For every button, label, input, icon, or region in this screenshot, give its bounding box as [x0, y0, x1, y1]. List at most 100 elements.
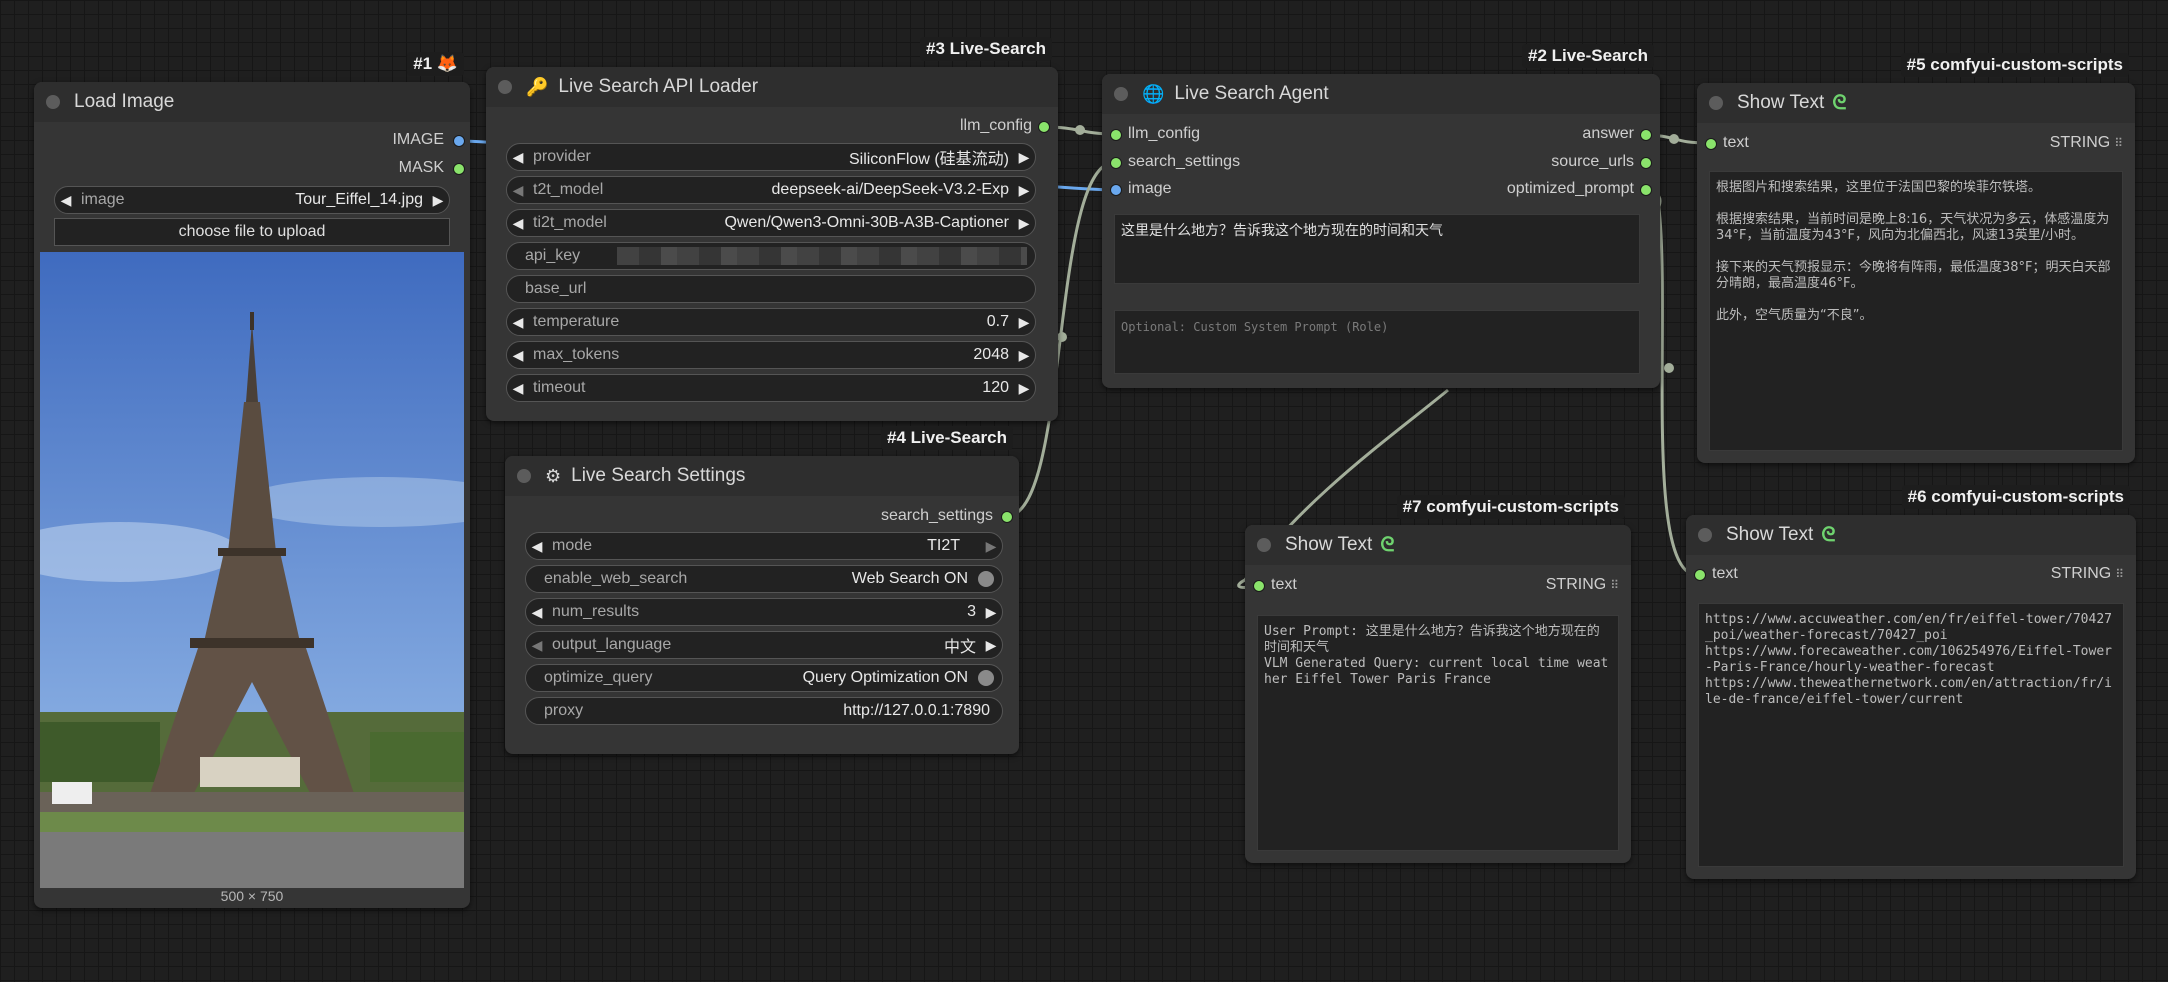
arrow-left-icon[interactable]: ◀ [55, 192, 77, 209]
arrow-right-icon[interactable]: ▶ [980, 637, 1002, 654]
output-optimized-prompt-socket[interactable] [1640, 184, 1652, 196]
load-image-node[interactable]: #1 🦊 Load Image IMAGE MASK ◀ image Tour_… [34, 52, 470, 908]
arrow-right-icon[interactable]: ▶ [1013, 182, 1035, 199]
output-mask-label: MASK [398, 159, 444, 176]
input-text-socket[interactable] [1705, 138, 1717, 150]
node-header[interactable]: Show Text ᘓ [1697, 83, 2135, 123]
input-text-socket[interactable] [1694, 569, 1706, 581]
output-language-widget[interactable]: ◀ output_language 中文 ▶ [525, 631, 1003, 659]
collapse-dot[interactable] [1257, 538, 1271, 552]
input-image-socket[interactable] [1110, 184, 1122, 196]
input-text-label: text [1723, 134, 1749, 151]
input-llm-config-socket[interactable] [1110, 129, 1122, 141]
arrow-left-icon[interactable]: ◀ [507, 380, 529, 397]
output-text-area[interactable]: https://www.accuweather.com/en/fr/eiffel… [1698, 603, 2124, 867]
input-text-label: text [1712, 565, 1738, 582]
node-header[interactable]: 🌐 Live Search Agent [1102, 74, 1660, 114]
node-header[interactable]: Load Image [34, 82, 470, 122]
widget-label: output_language [552, 636, 672, 653]
collapse-dot[interactable] [517, 469, 531, 483]
widget-label: temperature [533, 313, 620, 330]
api-loader-node[interactable]: #3 Live-Search 🔑 Live Search API Loader … [486, 37, 1058, 421]
output-text-area[interactable]: User Prompt: 这里是什么地方？告诉我这个地方现在的时间和天气 VLM… [1257, 615, 1619, 851]
arrow-left-icon[interactable]: ◀ [507, 347, 529, 364]
optimize-query-toggle[interactable]: optimize_query Query Optimization ON [525, 664, 1003, 692]
arrow-right-icon[interactable]: ▶ [1013, 380, 1035, 397]
base-url-field[interactable]: base_url [506, 275, 1036, 303]
collapse-dot[interactable] [46, 95, 60, 109]
node-title: Show Text [1726, 524, 1814, 545]
node-header[interactable]: 🔑 Live Search API Loader [486, 67, 1058, 107]
output-llm-config-label: llm_config [959, 117, 1032, 134]
type-label: STRING ⠿ [2051, 565, 2124, 583]
grid-icon: ⠿ [2114, 136, 2123, 150]
globe-icon: 🌐 [1142, 83, 1165, 104]
mode-widget[interactable]: ◀ mode TI2T ▶ [525, 532, 1003, 560]
node-header[interactable]: Show Text ᘓ [1245, 525, 1631, 565]
output-text-area[interactable]: 根据图片和搜索结果，这里位于法国巴黎的埃菲尔铁塔。 根据搜索结果，当前时间是晚上… [1709, 171, 2123, 451]
widget-label: max_tokens [533, 346, 620, 363]
max-tokens-widget[interactable]: ◀ max_tokens 2048 ▶ [506, 341, 1036, 369]
system-prompt-textarea[interactable]: Optional: Custom System Prompt (Role) [1114, 310, 1640, 374]
arrow-right-icon[interactable]: ▶ [1013, 314, 1035, 331]
toggle-knob[interactable] [978, 571, 994, 587]
widget-label: num_results [552, 603, 640, 620]
arrow-right-icon[interactable]: ▶ [1013, 215, 1035, 232]
input-search-settings-socket[interactable] [1110, 157, 1122, 169]
arrow-left-icon[interactable]: ◀ [507, 215, 529, 232]
widget-value: SiliconFlow (硅基流动) [848, 151, 1009, 168]
output-image-socket[interactable] [453, 135, 465, 147]
arrow-right-icon[interactable]: ▶ [427, 192, 449, 209]
temperature-widget[interactable]: ◀ temperature 0.7 ▶ [506, 308, 1036, 336]
api-key-field[interactable]: api_key [506, 242, 1036, 270]
output-llm-config-socket[interactable] [1038, 121, 1050, 133]
widget-value: 中文 [943, 639, 976, 656]
arrow-right-icon[interactable]: ▶ [1013, 347, 1035, 364]
input-text-socket[interactable] [1253, 580, 1265, 592]
output-search-settings-socket[interactable] [1001, 511, 1013, 523]
ti2t-model-widget[interactable]: ◀ ti2t_model Qwen/Qwen3-Omni-30B-A3B-Cap… [506, 209, 1036, 237]
output-source-urls-socket[interactable] [1640, 157, 1652, 169]
arrow-right-icon[interactable]: ▶ [980, 538, 1002, 555]
settings-node[interactable]: #4 Live-Search ⚙ Live Search Settings se… [505, 426, 1019, 754]
image-selector[interactable]: ◀ image Tour_Eiffel_14.jpg ▶ [54, 186, 450, 214]
output-answer-socket[interactable] [1640, 129, 1652, 141]
proxy-field[interactable]: proxy http://127.0.0.1:7890 [525, 697, 1003, 725]
arrow-left-icon[interactable]: ◀ [507, 149, 529, 166]
output-answer-label: answer [1582, 125, 1634, 142]
toggle-knob[interactable] [978, 670, 994, 686]
enable-web-search-toggle[interactable]: enable_web_search Web Search ON [525, 565, 1003, 593]
arrow-right-icon[interactable]: ▶ [1013, 149, 1035, 166]
arrow-left-icon[interactable]: ◀ [507, 314, 529, 331]
collapse-dot[interactable] [1698, 528, 1712, 542]
widget-label: enable_web_search [544, 570, 688, 587]
script-logo-icon: ᘓ [1380, 533, 1395, 556]
arrow-left-icon[interactable]: ◀ [507, 182, 529, 199]
node-header[interactable]: Show Text ᘓ [1686, 515, 2136, 555]
arrow-left-icon[interactable]: ◀ [526, 604, 548, 621]
show-text-answer-node[interactable]: #5 comfyui-custom-scripts Show Text ᘓ te… [1697, 53, 2135, 463]
type-label: STRING ⠿ [1546, 576, 1619, 594]
collapse-dot[interactable] [1709, 96, 1723, 110]
t2t-model-widget[interactable]: ◀ t2t_model deepseek-ai/DeepSeek-V3.2-Ex… [506, 176, 1036, 204]
timeout-widget[interactable]: ◀ timeout 120 ▶ [506, 374, 1036, 402]
arrow-right-icon[interactable]: ▶ [980, 604, 1002, 621]
widget-label: provider [533, 148, 591, 165]
arrow-left-icon[interactable]: ◀ [526, 637, 548, 654]
upload-button[interactable]: choose file to upload [54, 218, 450, 246]
show-text-urls-node[interactable]: #6 comfyui-custom-scripts Show Text ᘓ te… [1686, 485, 2136, 879]
collapse-dot[interactable] [1114, 87, 1128, 101]
output-mask-socket[interactable] [453, 163, 465, 175]
agent-node[interactable]: #2 Live-Search 🌐 Live Search Agent llm_c… [1102, 44, 1660, 388]
provider-widget[interactable]: ◀ provider SiliconFlow (硅基流动) ▶ [506, 143, 1036, 171]
collapse-dot[interactable] [498, 80, 512, 94]
output-optimized-prompt-label: optimized_prompt [1506, 180, 1634, 197]
prompt-textarea[interactable]: 这里是什么地方？告诉我这个地方现在的时间和天气 [1114, 214, 1640, 284]
widget-value: 3 [967, 603, 976, 620]
show-text-query-node[interactable]: #7 comfyui-custom-scripts Show Text ᘓ te… [1245, 495, 1631, 863]
arrow-left-icon[interactable]: ◀ [526, 538, 548, 555]
widget-label: ti2t_model [533, 214, 607, 231]
node-header[interactable]: ⚙ Live Search Settings [505, 456, 1019, 496]
num-results-widget[interactable]: ◀ num_results 3 ▶ [525, 598, 1003, 626]
widget-value: deepseek-ai/DeepSeek-V3.2-Exp [771, 181, 1009, 198]
